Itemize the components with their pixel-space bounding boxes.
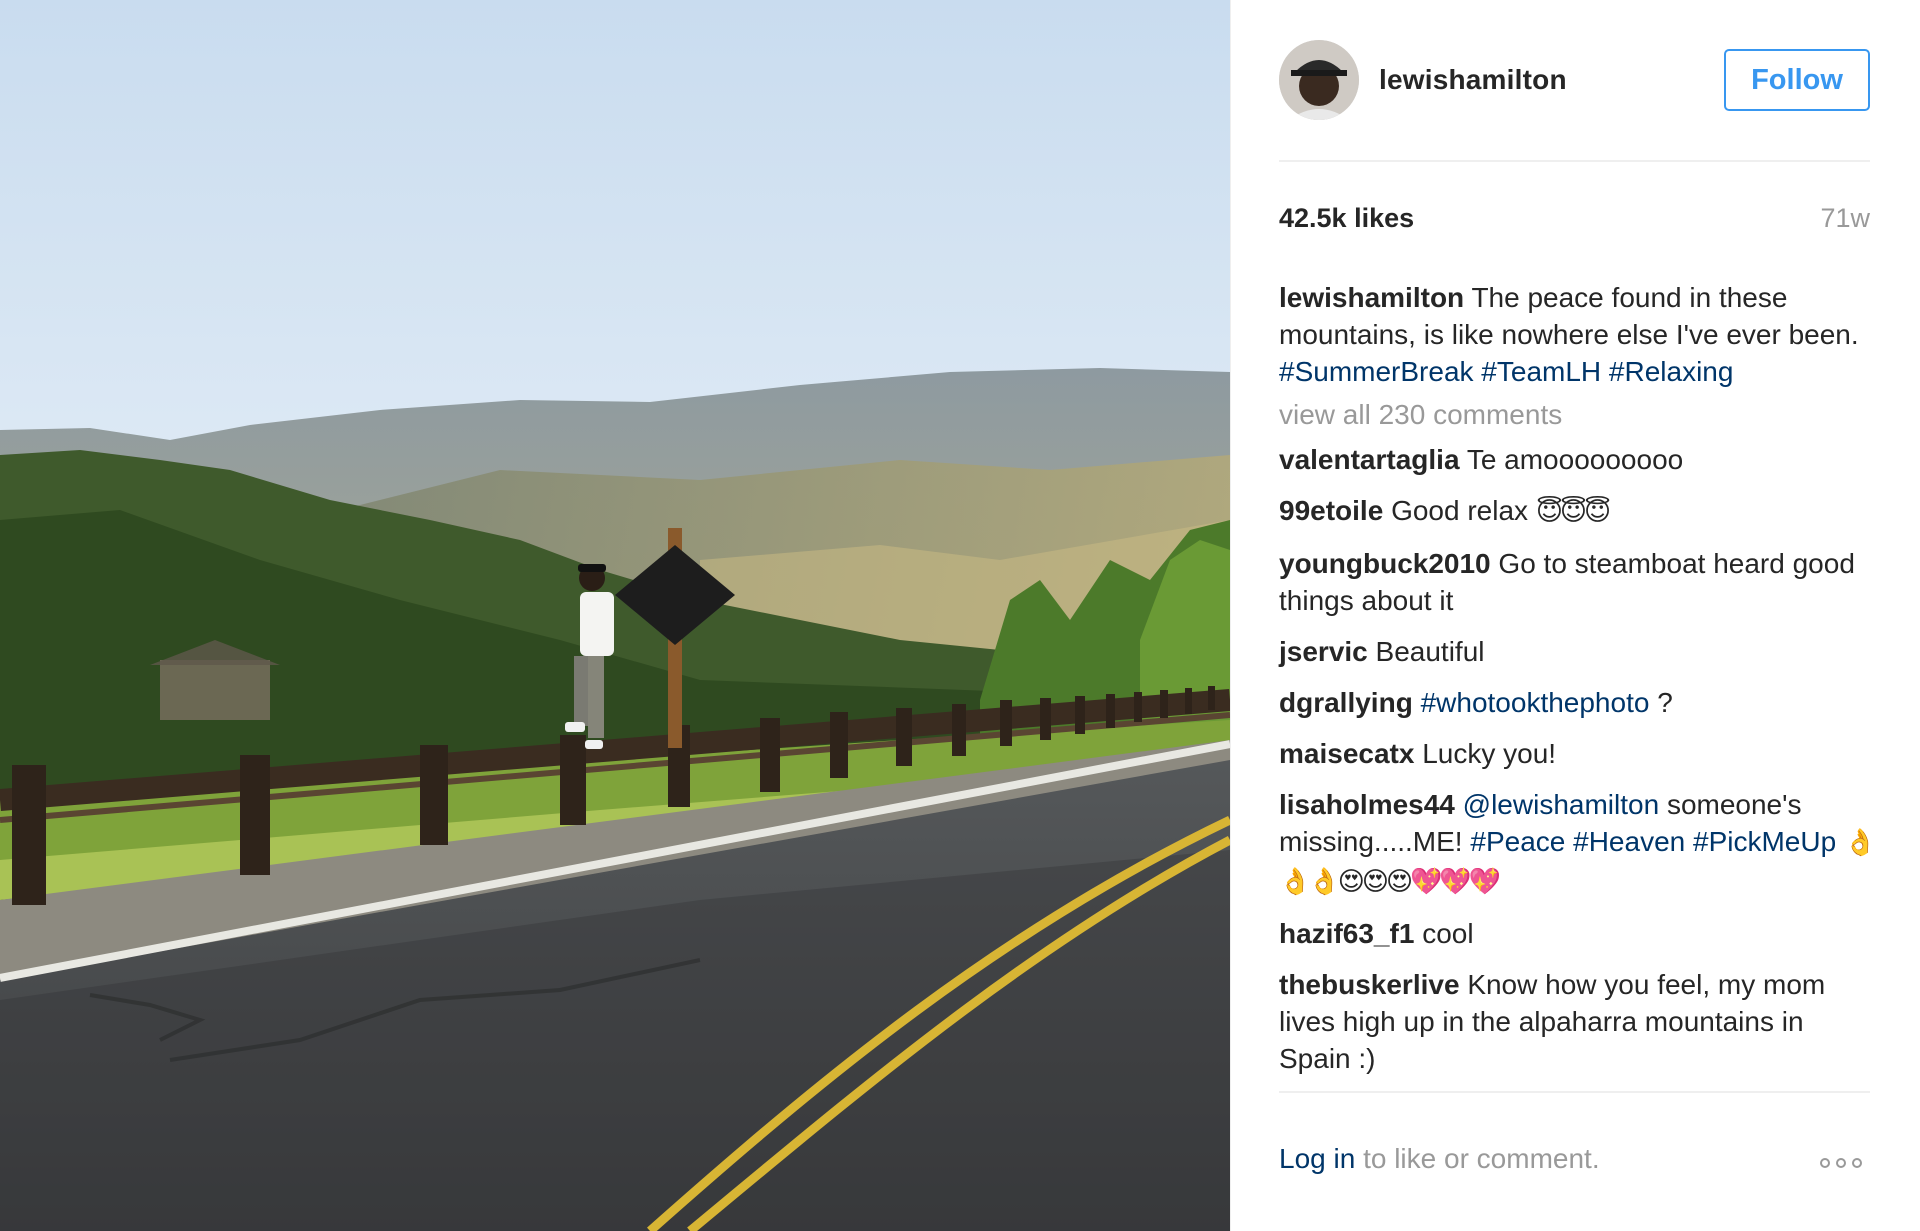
hashtag[interactable]: #Heaven xyxy=(1573,826,1685,857)
view-all-comments-link[interactable]: view all 230 comments xyxy=(1279,396,1874,433)
comments-section: lewishamilton The peace found in these m… xyxy=(1279,279,1876,1091)
likes-count[interactable]: 42.5k likes xyxy=(1279,203,1414,234)
comment: hazif63_f1 cool xyxy=(1279,915,1874,952)
post-header: lewishamilton Follow xyxy=(1279,40,1870,122)
dot-icon xyxy=(1820,1158,1830,1168)
comment: jservic Beautiful xyxy=(1279,633,1874,670)
hashtag[interactable]: #SummerBreak xyxy=(1279,356,1474,387)
comment-username[interactable]: jservic xyxy=(1279,636,1368,667)
more-options-icon[interactable] xyxy=(1820,1151,1870,1175)
caption-username[interactable]: lewishamilton xyxy=(1279,282,1464,313)
hashtag[interactable]: #TeamLH xyxy=(1481,356,1601,387)
hashtag[interactable]: #whotookthephoto xyxy=(1421,687,1650,718)
comment-username[interactable]: youngbuck2010 xyxy=(1279,548,1491,579)
mention[interactable]: @lewishamilton xyxy=(1463,789,1660,820)
comment-text: cool xyxy=(1422,918,1474,949)
comment: 99etoile Good relax 😇😇😇 xyxy=(1279,492,1874,531)
hashtag[interactable]: #PickMeUp xyxy=(1693,826,1836,857)
post-footer: Log in to like or comment. xyxy=(1279,1143,1870,1183)
comment-username[interactable]: dgrallying xyxy=(1279,687,1413,718)
follow-button[interactable]: Follow xyxy=(1724,49,1870,111)
emoji: 😇😇😇 xyxy=(1535,497,1611,527)
comment-text: Te amooooooooo xyxy=(1466,444,1684,475)
header-divider xyxy=(1279,160,1870,162)
comment-username[interactable]: thebuskerlive xyxy=(1279,969,1460,1000)
comment: thebuskerlive Know how you feel, my mom … xyxy=(1279,966,1874,1077)
comment: lisaholmes44 @lewishamilton someone's mi… xyxy=(1279,786,1876,901)
login-link[interactable]: Log in xyxy=(1279,1143,1355,1174)
comment: youngbuck2010 Go to steamboat heard good… xyxy=(1279,545,1874,619)
dot-icon xyxy=(1852,1158,1862,1168)
comment-text: ? xyxy=(1657,687,1673,718)
instagram-post: lewishamilton Follow 42.5k likes 71w lew… xyxy=(0,0,1920,1231)
comment-username[interactable]: valentartaglia xyxy=(1279,444,1460,475)
comment: maisecatx Lucky you! xyxy=(1279,735,1874,772)
comment: dgrallying #whotookthephoto ? xyxy=(1279,684,1874,721)
login-prompt-text: to like or comment. xyxy=(1363,1143,1600,1174)
post-details-panel: lewishamilton Follow 42.5k likes 71w lew… xyxy=(1230,0,1920,1231)
dot-icon xyxy=(1836,1158,1846,1168)
comment-username[interactable]: hazif63_f1 xyxy=(1279,918,1414,949)
avatar[interactable] xyxy=(1279,40,1359,120)
footer-divider xyxy=(1279,1091,1870,1093)
post-author-username[interactable]: lewishamilton xyxy=(1379,64,1567,96)
comment-username[interactable]: maisecatx xyxy=(1279,738,1414,769)
mountain-road-image xyxy=(0,0,1230,1231)
hashtag[interactable]: #Relaxing xyxy=(1609,356,1734,387)
comment-text: Good relax xyxy=(1391,495,1529,526)
post-caption: lewishamilton The peace found in these m… xyxy=(1279,279,1874,390)
comment-username[interactable]: 99etoile xyxy=(1279,495,1383,526)
hashtag[interactable]: #Peace xyxy=(1470,826,1565,857)
post-age[interactable]: 71w xyxy=(1820,203,1870,234)
comment: valentartaglia Te amooooooooo xyxy=(1279,441,1874,478)
comment-username[interactable]: lisaholmes44 xyxy=(1279,789,1455,820)
comment-text: Lucky you! xyxy=(1422,738,1557,769)
profile-picture-icon xyxy=(1279,40,1359,120)
comment-text: Beautiful xyxy=(1375,636,1485,667)
post-photo[interactable] xyxy=(0,0,1230,1231)
post-stats: 42.5k likes 71w xyxy=(1279,203,1870,239)
